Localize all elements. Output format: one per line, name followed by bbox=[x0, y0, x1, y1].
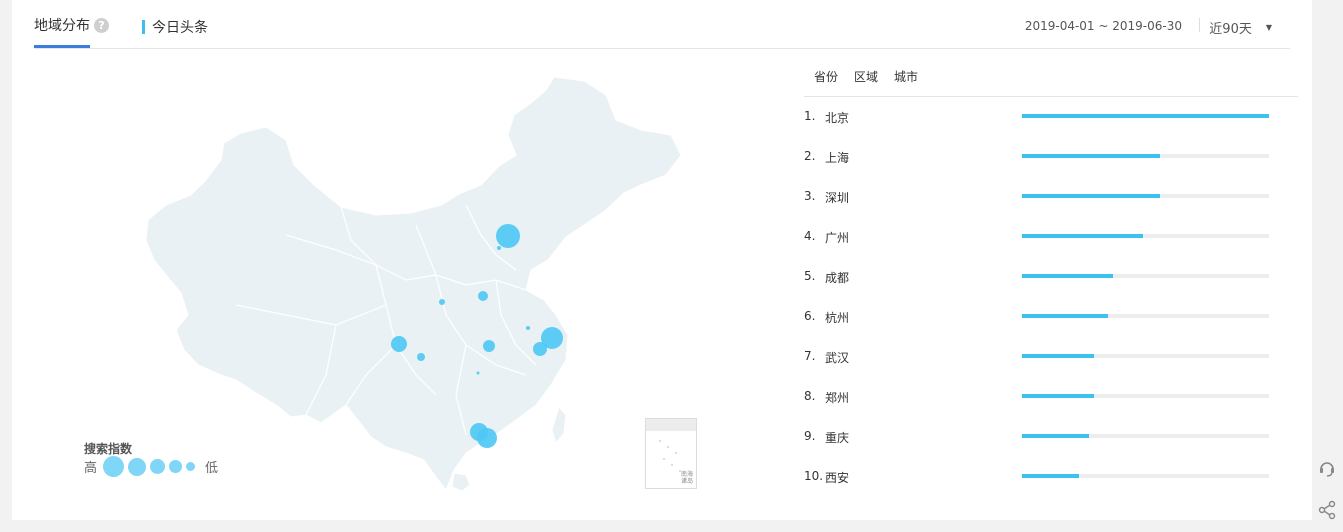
rank-city-name: 杭州 bbox=[825, 311, 850, 325]
rank-city-name: 广州 bbox=[825, 231, 850, 245]
rank-bar-fill bbox=[1022, 194, 1161, 198]
rank-number: 8. bbox=[804, 389, 816, 403]
bubble-guangzhou[interactable] bbox=[470, 423, 488, 441]
legend-dot-3 bbox=[150, 459, 166, 474]
bubble-tianjin[interactable] bbox=[497, 246, 501, 250]
bubble-chongqing[interactable] bbox=[417, 353, 425, 361]
bubble-beijing[interactable] bbox=[496, 224, 520, 248]
rank-number: 10. bbox=[804, 469, 824, 483]
legend-dot-5 bbox=[186, 462, 196, 471]
ranking-row[interactable]: 6. 杭州 bbox=[804, 307, 1274, 347]
bubble-zhengzhou[interactable] bbox=[478, 291, 488, 301]
rank-bar-track bbox=[1022, 234, 1269, 238]
ranking-row[interactable]: 8. 郑州 bbox=[804, 387, 1274, 427]
rank-bar-track bbox=[1022, 394, 1269, 398]
date-range: 2019-04-01 ~ 2019-06-30 bbox=[1024, 19, 1182, 33]
legend-title: 搜索指数 bbox=[84, 442, 133, 456]
ranking-row[interactable]: 9. 重庆 bbox=[804, 427, 1274, 467]
bubble-hangzhou[interactable] bbox=[533, 342, 547, 356]
period-dropdown[interactable]: 近90天 ▼ bbox=[1209, 18, 1272, 37]
rank-bar-fill bbox=[1022, 434, 1089, 438]
legend-dot-1 bbox=[103, 456, 125, 477]
ranking-row[interactable]: 1. 北京 bbox=[804, 107, 1274, 147]
ranking-row[interactable]: 2. 上海 bbox=[804, 147, 1274, 187]
rank-tabs: 省份 区域 城市 bbox=[814, 68, 918, 85]
rank-bar-track bbox=[1022, 114, 1269, 118]
ranking-row[interactable]: 4. 广州 bbox=[804, 227, 1274, 267]
ranking-row[interactable]: 7. 武汉 bbox=[804, 347, 1274, 387]
rank-bar-fill bbox=[1022, 354, 1094, 358]
rank-number: 9. bbox=[804, 429, 816, 443]
rank-bar-fill bbox=[1022, 274, 1114, 278]
inset-label-line1: 南海 bbox=[680, 471, 693, 478]
rank-bar-fill bbox=[1022, 474, 1079, 478]
rank-bar-fill bbox=[1022, 394, 1094, 398]
legend-dot-2 bbox=[128, 457, 147, 476]
rank-number: 5. bbox=[804, 269, 816, 283]
header-separator bbox=[1199, 18, 1200, 32]
bubble-changsha[interactable] bbox=[476, 371, 480, 375]
rank-bar-fill bbox=[1022, 114, 1269, 118]
bubble-nanjing[interactable] bbox=[526, 326, 530, 330]
city-ranking-list: 1. 北京 2. 上海 3. 深圳 4. 广州 5. 成都 6. 杭州 7. 武汉 8. 郑州 9. 重庆 10. 西… bbox=[804, 107, 1274, 507]
rank-number: 6. bbox=[804, 309, 816, 323]
south-china-sea-inset: 南海 诸岛 bbox=[645, 418, 697, 489]
period-label: 近90天 bbox=[1209, 22, 1252, 37]
region-distribution-card: 地域分布 ? 今日头条 2019-04-01 ~ 2019-06-30 近90天… bbox=[12, 0, 1312, 520]
rank-bar-track bbox=[1022, 194, 1269, 198]
headset-icon[interactable] bbox=[1317, 458, 1337, 482]
rank-bar-fill bbox=[1022, 234, 1144, 238]
rank-number: 3. bbox=[804, 189, 816, 203]
share-icon[interactable] bbox=[1317, 500, 1337, 524]
rank-number: 4. bbox=[804, 229, 816, 243]
ranking-row[interactable]: 5. 成都 bbox=[804, 267, 1274, 307]
legend: 高 低 bbox=[84, 456, 218, 477]
inset-label: 南海 诸岛 bbox=[681, 471, 693, 485]
tab-province[interactable]: 省份 bbox=[814, 68, 838, 85]
rank-city-name: 西安 bbox=[825, 471, 850, 485]
ranking-row[interactable]: 10. 西安 bbox=[804, 467, 1274, 507]
rank-city-name: 北京 bbox=[825, 111, 850, 125]
rank-number: 2. bbox=[804, 149, 816, 163]
rank-divider bbox=[804, 96, 1298, 97]
caret-down-icon: ▼ bbox=[1265, 23, 1272, 32]
rank-city-name: 上海 bbox=[825, 151, 850, 165]
rank-number: 1. bbox=[804, 109, 816, 123]
bubble-chengdu[interactable] bbox=[391, 336, 407, 352]
legend-low-label: 低 bbox=[205, 461, 219, 476]
rank-bar-track bbox=[1022, 274, 1269, 278]
rank-city-name: 重庆 bbox=[825, 431, 850, 445]
rank-bar-track bbox=[1022, 354, 1269, 358]
rank-city-name: 郑州 bbox=[825, 391, 850, 405]
rank-bar-track bbox=[1022, 314, 1269, 318]
rank-bar-track bbox=[1022, 154, 1269, 158]
rank-bar-track bbox=[1022, 474, 1269, 478]
rank-city-name: 武汉 bbox=[825, 351, 850, 365]
inset-label-line2: 诸岛 bbox=[680, 478, 693, 485]
rank-city-name: 成都 bbox=[825, 271, 850, 285]
tab-area[interactable]: 区域 bbox=[854, 68, 878, 85]
legend-dot-4 bbox=[169, 460, 183, 473]
rank-bar-track bbox=[1022, 434, 1269, 438]
rank-bar-fill bbox=[1022, 314, 1109, 318]
legend-high-label: 高 bbox=[84, 461, 98, 476]
rank-bar-fill bbox=[1022, 154, 1161, 158]
bubble-wuhan[interactable] bbox=[483, 340, 495, 352]
ranking-row[interactable]: 3. 深圳 bbox=[804, 187, 1274, 227]
tab-city[interactable]: 城市 bbox=[894, 68, 918, 85]
bubble-xian[interactable] bbox=[439, 299, 445, 305]
rank-city-name: 深圳 bbox=[825, 191, 850, 205]
rank-number: 7. bbox=[804, 349, 816, 363]
